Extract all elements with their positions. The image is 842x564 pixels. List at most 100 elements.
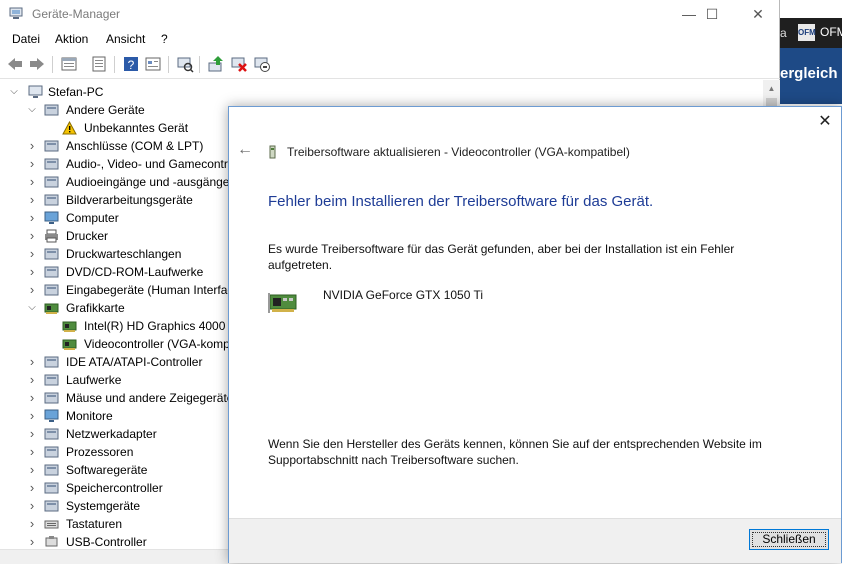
chevron-right-icon[interactable]: › <box>26 191 38 209</box>
back-icon[interactable] <box>6 55 24 73</box>
chevron-right-icon[interactable]: › <box>26 389 38 407</box>
chevron-right-icon[interactable]: › <box>26 407 38 425</box>
tree-root-label: Stefan-PC <box>48 85 104 99</box>
toolbar: ? <box>0 51 780 79</box>
keyboard-icon <box>44 520 59 529</box>
speaker-icon <box>44 176 59 188</box>
display-adapter-icon <box>62 321 77 332</box>
software-device-icon <box>44 464 59 476</box>
unknown-device-icon <box>44 104 59 116</box>
print-queue-icon <box>44 248 59 260</box>
system-device-icon <box>44 500 59 512</box>
chevron-down-icon[interactable]: ⌵ <box>8 83 20 101</box>
title-bar[interactable]: Geräte-Manager — ☐ ✕ <box>0 0 780 28</box>
forward-icon[interactable] <box>28 55 46 73</box>
chevron-down-icon[interactable]: ⌵ <box>26 101 38 119</box>
tree-item-label: Unbekanntes Gerät <box>84 121 189 135</box>
chevron-right-icon[interactable]: › <box>26 461 38 479</box>
tree-item-label: Grafikkarte <box>66 301 125 315</box>
dialog-close-icon[interactable]: ✕ <box>809 107 841 137</box>
chevron-right-icon[interactable]: › <box>26 443 38 461</box>
display-adapter-icon <box>62 339 77 350</box>
close-button[interactable]: Schließen <box>749 529 829 550</box>
properties-icon[interactable] <box>60 55 78 73</box>
view-list-icon[interactable] <box>90 55 108 73</box>
chevron-right-icon[interactable]: › <box>26 497 38 515</box>
chevron-right-icon[interactable]: › <box>26 245 38 263</box>
tree-item-label: Computer <box>66 211 119 225</box>
chevron-right-icon[interactable]: › <box>26 137 38 155</box>
scan-hardware-icon[interactable] <box>176 55 194 73</box>
chevron-right-icon[interactable]: › <box>26 227 38 245</box>
tree-item-label: DVD/CD-ROM-Laufwerke <box>66 265 204 279</box>
chevron-right-icon[interactable]: › <box>26 353 38 371</box>
uninstall-device-icon[interactable] <box>230 55 248 73</box>
chevron-down-icon[interactable]: ⌵ <box>26 299 38 317</box>
computer-icon <box>44 211 59 224</box>
tree-item-label: Tastaturen <box>66 517 123 531</box>
background-banner-text: ergleich <box>780 65 838 82</box>
chevron-right-icon[interactable]: › <box>26 515 38 533</box>
chevron-right-icon[interactable]: › <box>26 281 38 299</box>
usb-icon <box>45 536 58 547</box>
dialog-title: Treibersoftware aktualisieren - Videocon… <box>287 145 630 159</box>
maximize-button[interactable]: ☐ <box>689 0 735 28</box>
toolbar-separator <box>52 56 53 73</box>
monitor-icon <box>44 409 59 422</box>
tree-item-label: Monitore <box>66 409 113 423</box>
toolbar-separator <box>199 56 200 73</box>
tree-item-label: Prozessoren <box>66 445 134 459</box>
tree-item-label: Andere Geräte <box>66 103 145 117</box>
camera-icon <box>44 194 59 206</box>
graphics-card-icon <box>268 293 297 313</box>
tree-item-label: Drucker <box>66 229 109 243</box>
port-icon <box>44 140 59 152</box>
error-heading: Fehler beim Installieren der Treibersoft… <box>268 193 654 210</box>
device-manager-icon <box>9 7 23 19</box>
scroll-up-icon[interactable]: ▲ <box>763 80 780 97</box>
disk-drive-icon <box>44 374 59 386</box>
background-topbar-label: OFM <box>820 25 842 39</box>
background-topbar: a OFM OFM <box>780 18 842 48</box>
toolbar-separator <box>168 56 169 73</box>
details-icon[interactable] <box>144 55 162 73</box>
mouse-icon <box>44 392 59 404</box>
chevron-right-icon[interactable]: › <box>26 173 38 191</box>
close-window-button[interactable]: ✕ <box>735 0 781 28</box>
menu-aktion[interactable]: Aktion <box>55 32 88 46</box>
menu-ansicht[interactable]: Ansicht <box>106 32 145 46</box>
device-name: NVIDIA GeForce GTX 1050 Ti <box>323 288 484 302</box>
tree-item-label: Speichercontroller <box>66 481 163 495</box>
chevron-right-icon[interactable]: › <box>26 479 38 497</box>
chevron-right-icon[interactable]: › <box>26 263 38 281</box>
tree-item-label: Mäuse und andere Zeigegeräte <box>66 391 234 405</box>
tree-item-label: Netzwerkadapter <box>66 427 157 441</box>
hid-icon <box>44 284 59 296</box>
help-icon[interactable]: ? <box>122 55 140 73</box>
back-arrow-icon[interactable]: ← <box>237 141 255 159</box>
chevron-right-icon[interactable]: › <box>26 425 38 443</box>
chevron-right-icon[interactable]: › <box>26 371 38 389</box>
ide-controller-icon <box>44 356 59 368</box>
computer-icon <box>28 85 43 98</box>
tree-item-label: Intel(R) HD Graphics 4000 <box>84 319 226 333</box>
audio-icon <box>44 158 59 170</box>
tree-item-label: Anschlüsse (COM & LPT) <box>66 139 204 153</box>
storage-controller-icon <box>44 482 59 494</box>
disable-device-icon[interactable] <box>253 55 271 73</box>
tree-item-label: Bildverarbeitungsgeräte <box>66 193 193 207</box>
network-adapter-icon <box>44 428 59 440</box>
menu-help[interactable]: ? <box>161 32 168 46</box>
tree-item-label: IDE ATA/ATAPI-Controller <box>66 355 203 369</box>
chevron-right-icon[interactable]: › <box>26 155 38 173</box>
window-title: Geräte-Manager <box>32 7 121 21</box>
dialog-footer: Schließen <box>229 518 841 563</box>
disc-drive-icon <box>44 266 59 278</box>
display-adapter-icon <box>44 303 59 314</box>
display-adapter-icon <box>269 145 276 159</box>
processor-icon <box>44 446 59 458</box>
tree-item-label: Druckwarteschlangen <box>66 247 182 261</box>
menu-datei[interactable]: Datei <box>12 32 40 46</box>
update-driver-icon[interactable] <box>207 55 225 73</box>
chevron-right-icon[interactable]: › <box>26 209 38 227</box>
